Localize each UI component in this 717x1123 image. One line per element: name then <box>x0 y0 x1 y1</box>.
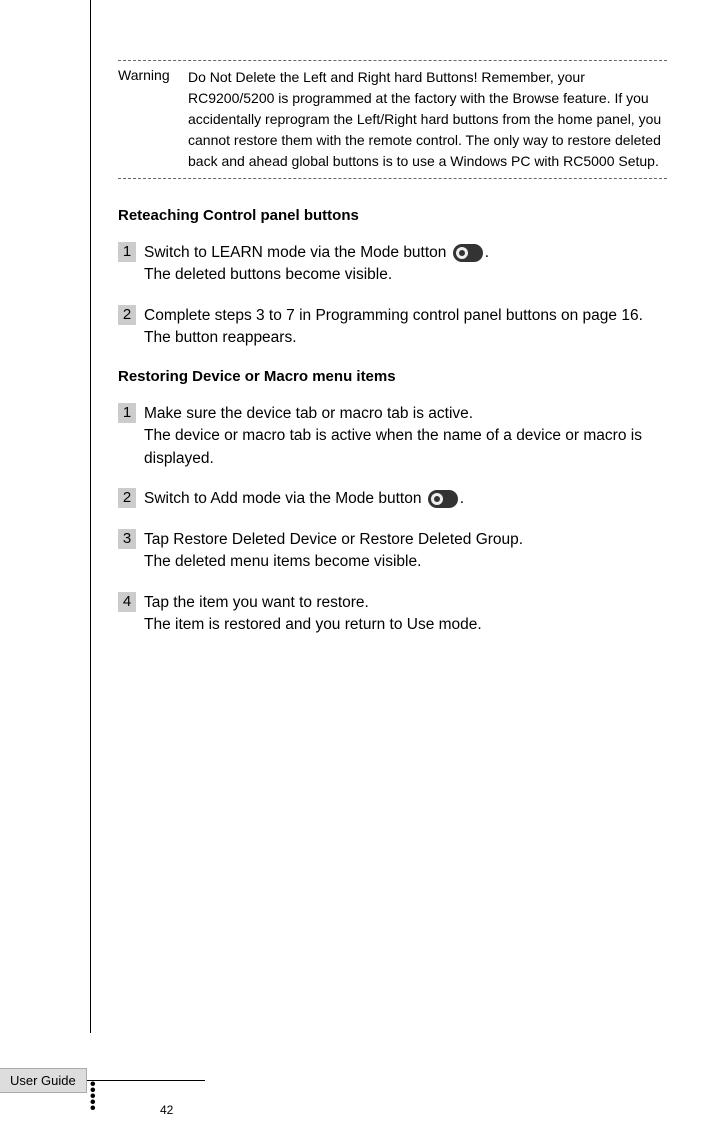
footer-dots: ••••• <box>90 1082 96 1112</box>
warning-box: Warning Do Not Delete the Left and Right… <box>118 60 667 179</box>
section-heading-reteaching: Reteaching Control panel buttons <box>118 207 667 224</box>
step-item: 3 Tap Restore Deleted Device or Restore … <box>118 529 667 574</box>
vertical-rule <box>90 0 91 1033</box>
step-text-after: . <box>460 490 464 507</box>
step-number: 3 <box>118 529 136 549</box>
step-result: The deleted menu items become visible. <box>144 553 421 570</box>
warning-label: Warning <box>118 67 188 172</box>
step-item: 2 Complete steps 3 to 7 in Programming c… <box>118 305 667 350</box>
step-result: The device or macro tab is active when t… <box>144 427 642 466</box>
step-text: Switch to Add mode via the Mode button . <box>144 488 667 510</box>
page-number: 42 <box>160 1103 173 1117</box>
step-item: 2 Switch to Add mode via the Mode button… <box>118 488 667 510</box>
step-number: 1 <box>118 242 136 262</box>
step-text-main: Complete steps 3 to 7 in Programming con… <box>144 307 643 324</box>
step-text-after: . <box>485 244 489 261</box>
footer-label: User Guide <box>0 1068 87 1093</box>
step-item: 1 Make sure the device tab or macro tab … <box>118 403 667 470</box>
step-text: Complete steps 3 to 7 in Programming con… <box>144 305 667 350</box>
step-item: 4 Tap the item you want to restore. The … <box>118 592 667 637</box>
step-result: The button reappears. <box>144 329 297 346</box>
warning-text: Do Not Delete the Left and Right hard Bu… <box>188 67 667 172</box>
mode-button-icon <box>428 490 458 508</box>
step-text: Switch to LEARN mode via the Mode button… <box>144 242 667 287</box>
step-text-before: Switch to Add mode via the Mode button <box>144 490 426 507</box>
step-text-main: Make sure the device tab or macro tab is… <box>144 405 473 422</box>
step-number: 2 <box>118 305 136 325</box>
section-heading-restoring: Restoring Device or Macro menu items <box>118 368 667 385</box>
step-text-main: Tap Restore Deleted Device or Restore De… <box>144 531 523 548</box>
step-number: 2 <box>118 488 136 508</box>
mode-button-icon <box>453 244 483 262</box>
step-number: 1 <box>118 403 136 423</box>
step-result: The item is restored and you return to U… <box>144 616 482 633</box>
step-number: 4 <box>118 592 136 612</box>
step-text-main: Tap the item you want to restore. <box>144 594 369 611</box>
step-text-before: Switch to LEARN mode via the Mode button <box>144 244 451 261</box>
step-result: The deleted buttons become visible. <box>144 266 392 283</box>
step-item: 1 Switch to LEARN mode via the Mode butt… <box>118 242 667 287</box>
step-text: Make sure the device tab or macro tab is… <box>144 403 667 470</box>
step-text: Tap Restore Deleted Device or Restore De… <box>144 529 667 574</box>
step-text: Tap the item you want to restore. The it… <box>144 592 667 637</box>
